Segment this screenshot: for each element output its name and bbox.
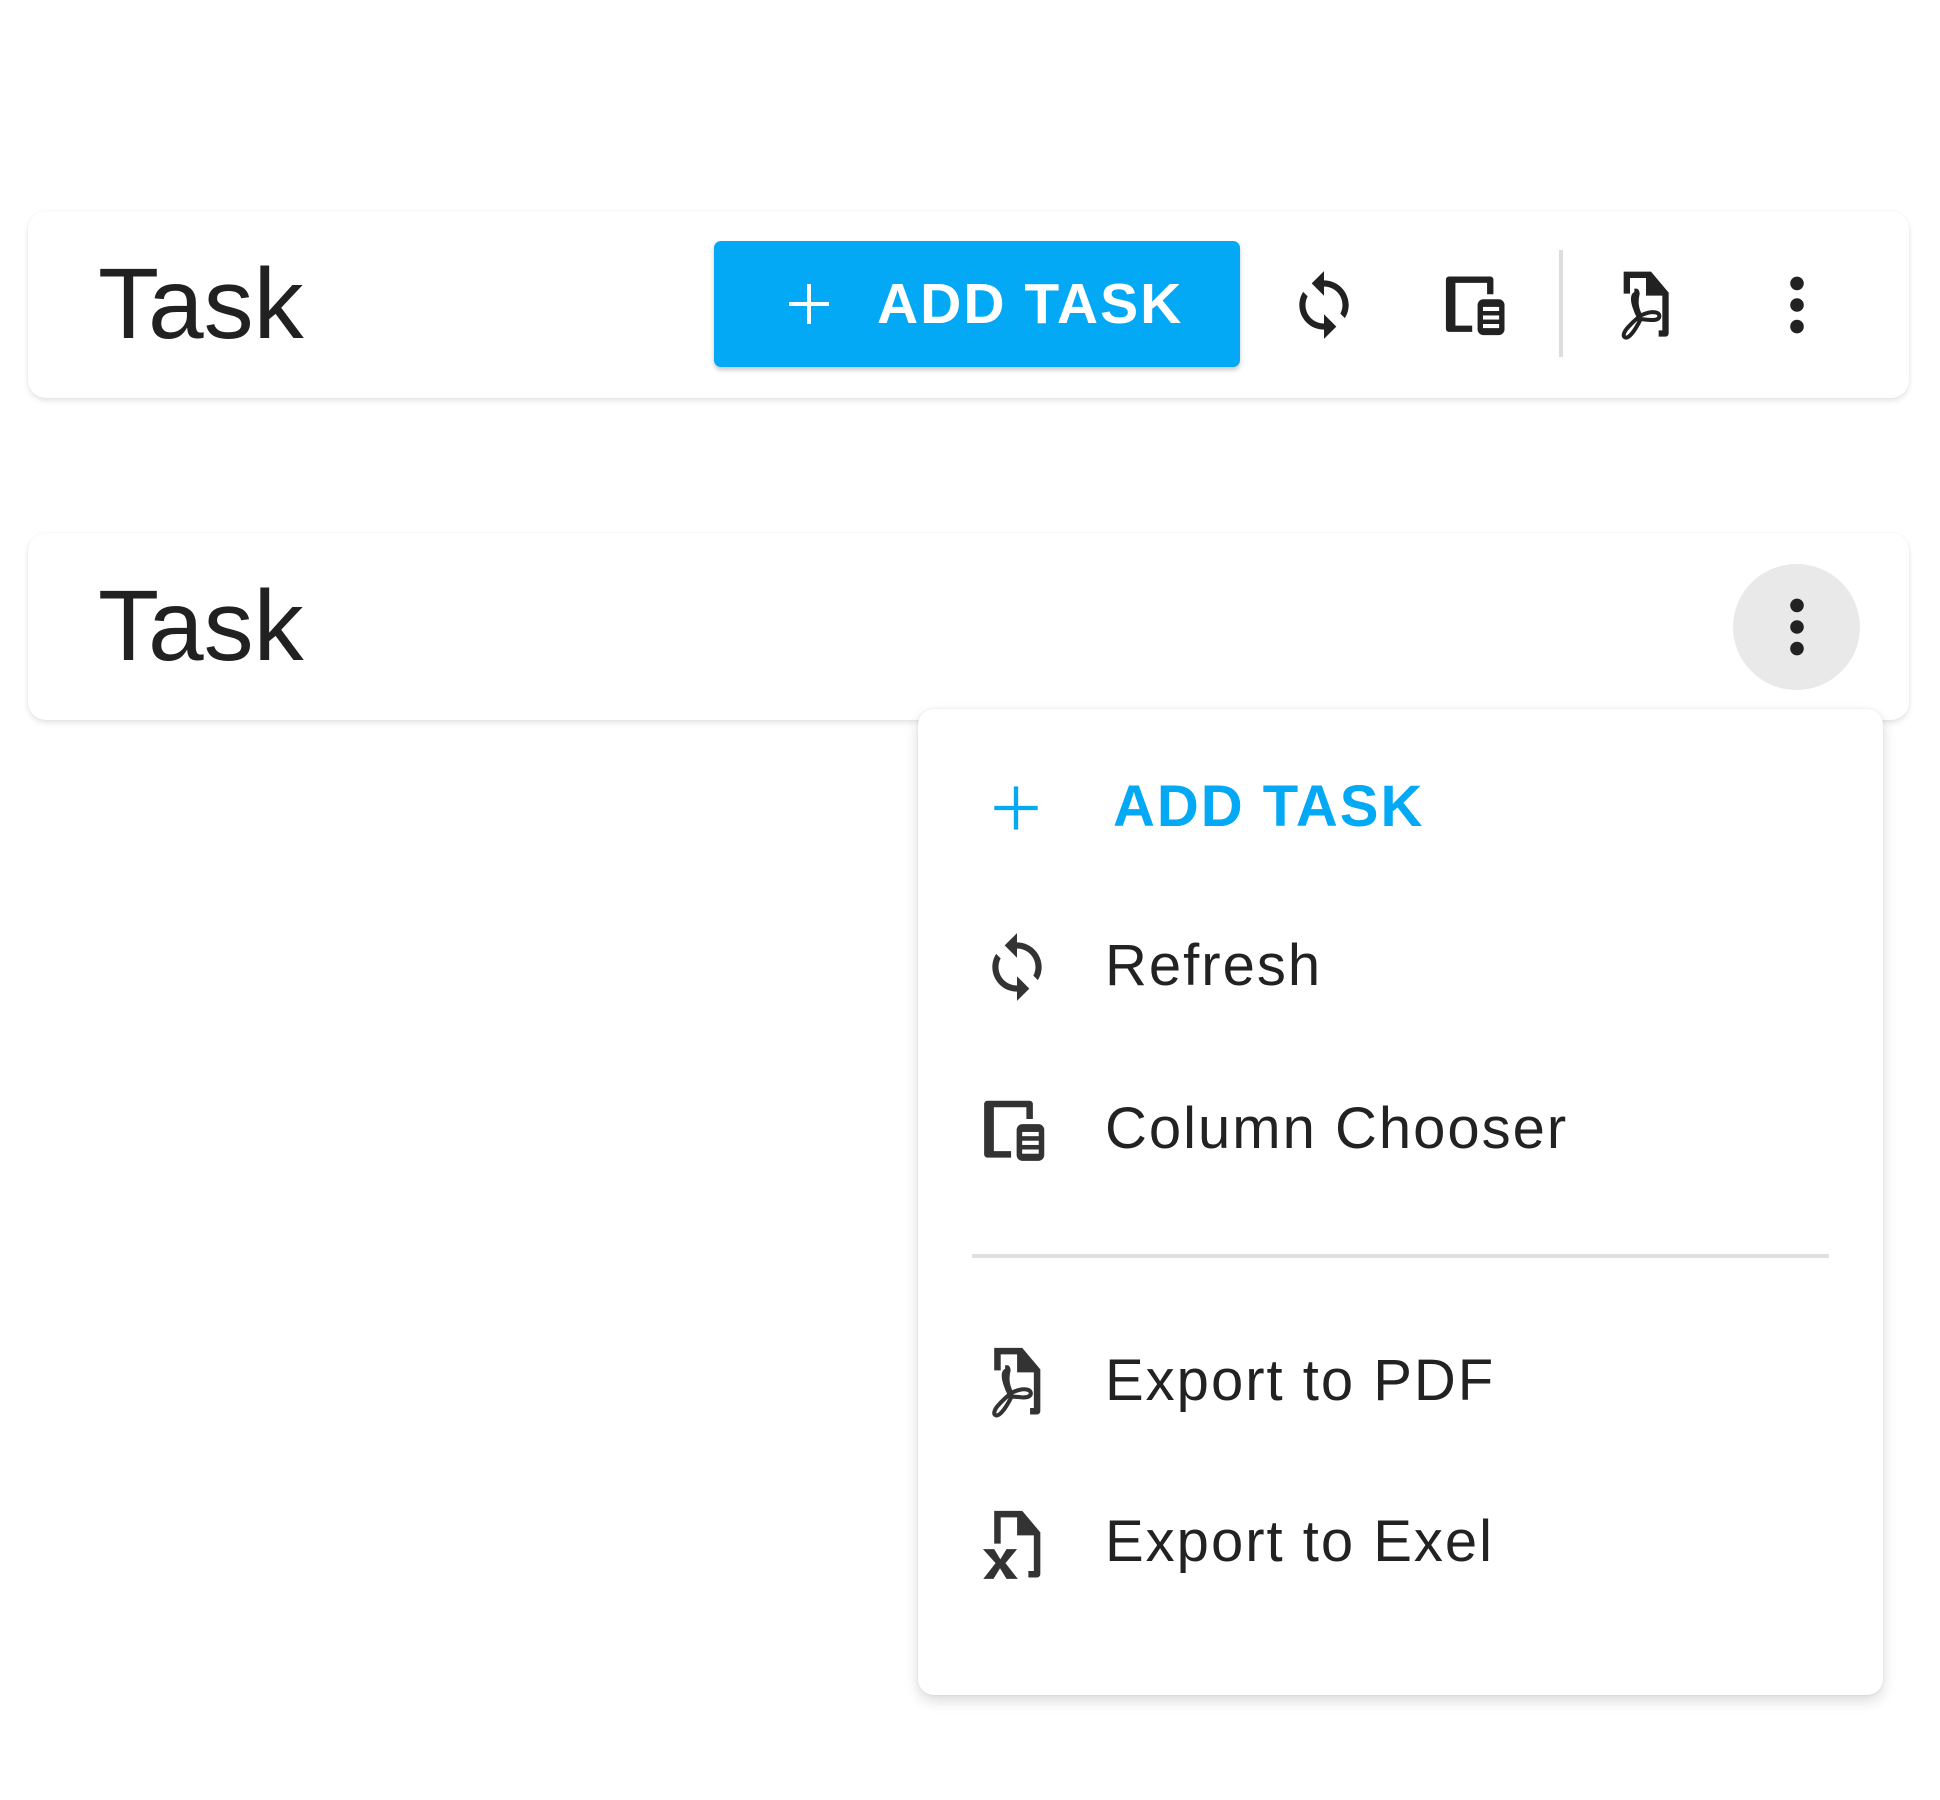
add-task-button[interactable]: ADD TASK — [714, 241, 1240, 367]
column-chooser-button[interactable] — [1436, 265, 1516, 345]
task-toolbar-collapsed: Task — [28, 533, 1909, 720]
toolbar-separator — [1559, 250, 1563, 357]
excel-file-icon — [972, 1504, 1054, 1586]
refresh-icon — [980, 930, 1054, 1004]
menu-item-label: ADD TASK — [1113, 774, 1425, 839]
refresh-button[interactable] — [1284, 265, 1364, 345]
toolbar-title: Task — [98, 248, 304, 360]
plus-icon — [990, 782, 1042, 834]
overflow-menu: ADD TASK Refresh Column Chooser Export t… — [918, 709, 1883, 1695]
more-options-button[interactable] — [1757, 265, 1837, 345]
more-vert-icon — [1760, 268, 1834, 342]
toolbar-title: Task — [98, 570, 304, 682]
menu-item-export-pdf[interactable]: Export to PDF — [918, 1307, 1883, 1457]
menu-item-label: Refresh — [1105, 933, 1323, 998]
menu-item-label: Export to PDF — [1105, 1348, 1496, 1413]
menu-item-column-chooser[interactable]: Column Chooser — [918, 1055, 1883, 1205]
menu-item-export-excel[interactable]: Export to Exel — [918, 1468, 1883, 1618]
export-pdf-button[interactable] — [1602, 265, 1682, 345]
more-vert-icon — [1760, 590, 1834, 664]
menu-divider — [972, 1254, 1829, 1258]
menu-item-label: Column Chooser — [1105, 1096, 1569, 1161]
pdf-file-icon — [972, 1341, 1054, 1423]
menu-item-refresh[interactable]: Refresh — [918, 892, 1883, 1042]
menu-item-label: Export to Exel — [1105, 1509, 1495, 1574]
plus-icon — [785, 280, 833, 328]
menu-item-add-task[interactable]: ADD TASK — [918, 733, 1883, 883]
add-task-label: ADD TASK — [877, 272, 1184, 336]
more-options-button-active[interactable] — [1733, 564, 1860, 690]
task-toolbar-expanded: Task ADD TASK — [28, 211, 1909, 398]
column-chooser-icon — [1438, 267, 1514, 343]
column-chooser-icon — [976, 1091, 1054, 1169]
refresh-icon — [1287, 268, 1361, 342]
pdf-file-icon — [1602, 265, 1682, 345]
